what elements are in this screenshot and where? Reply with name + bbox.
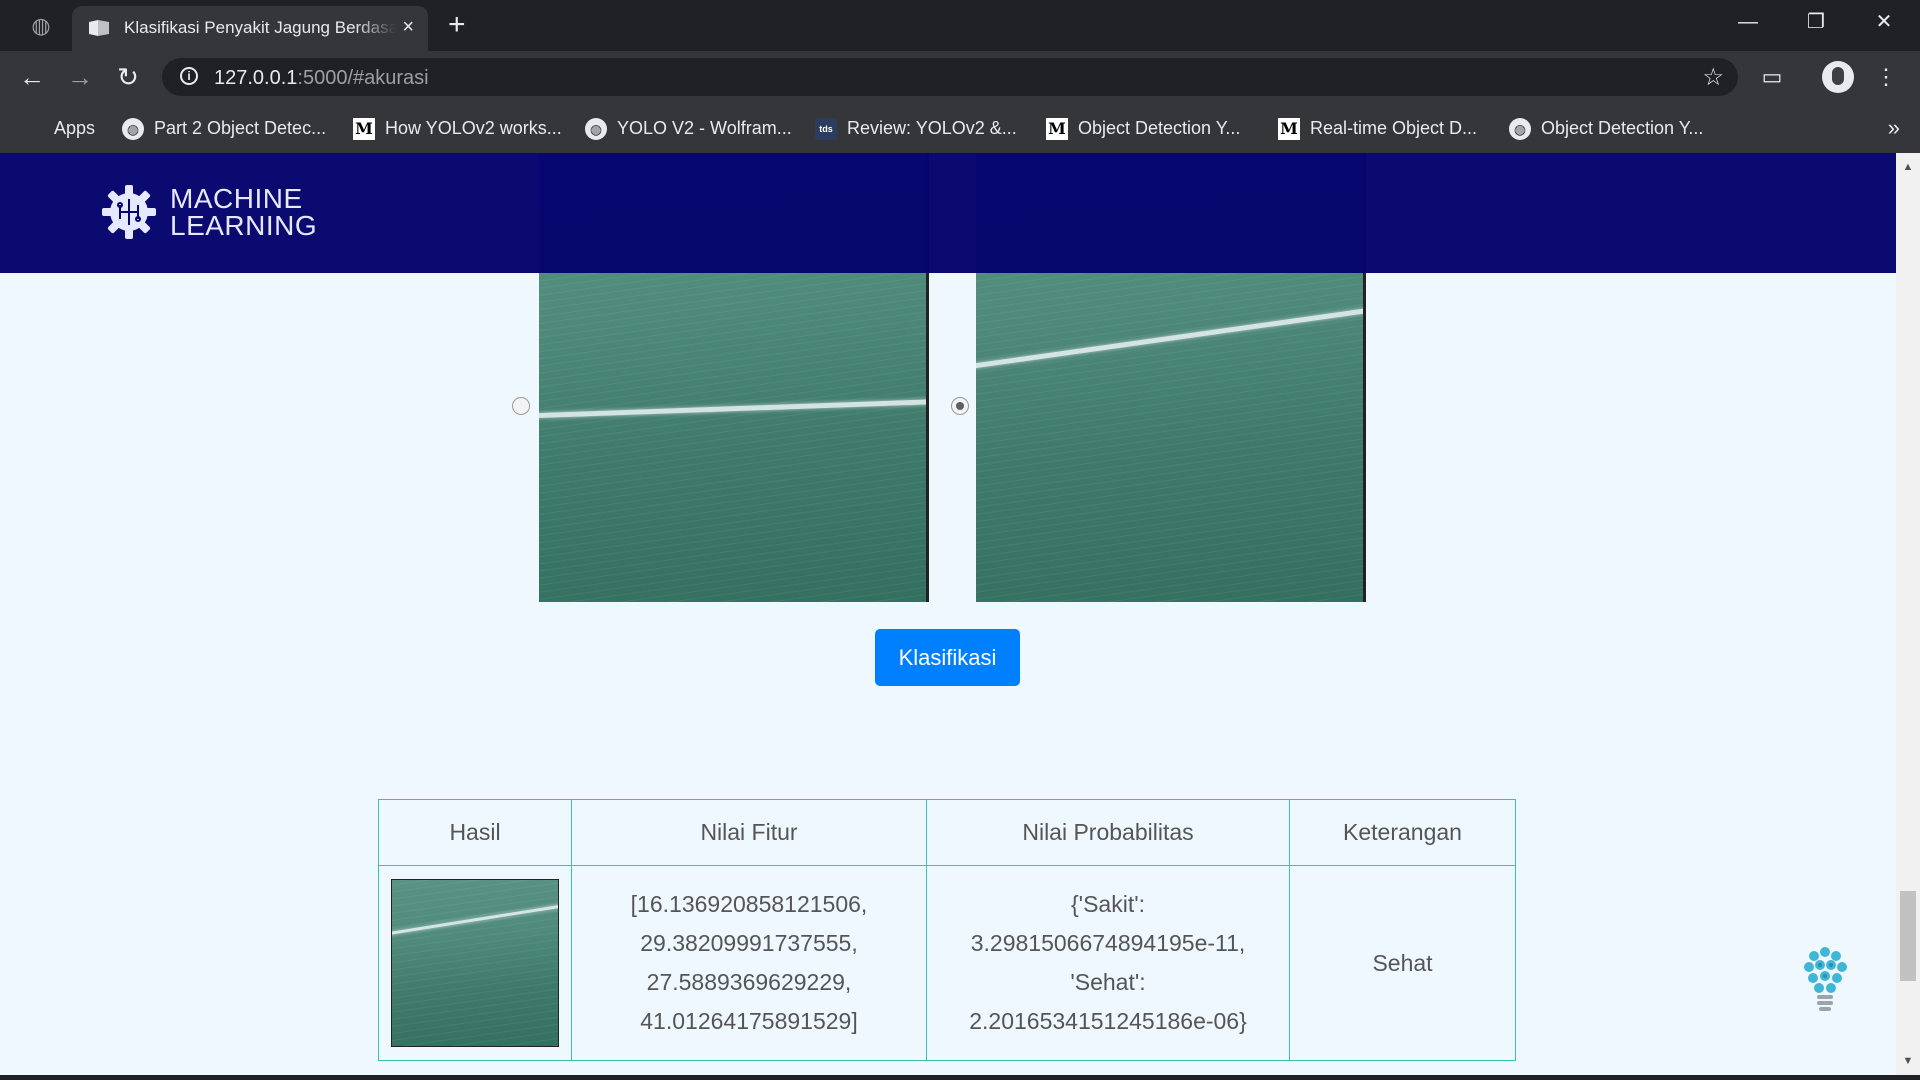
column-header-hasil: Hasil [378,799,572,866]
site-navbar: MACHINE LEARNING [0,153,1896,273]
bookmark-label: Review: YOLOv2 &... [847,118,1017,138]
bookmark-label: Apps [54,118,96,138]
browser-tab[interactable]: Klasifikasi Penyakit Jagung Berdasarkan … [72,6,428,51]
bookmarks-overflow-icon[interactable]: » [1888,115,1900,141]
page-scrollbar[interactable]: ▲ ▼ [1896,153,1920,1075]
globe-icon: ◍ [1509,118,1531,141]
url-host: 127.0.0.1 [214,67,298,89]
probability-line: 3.2981506674894195e-11, [970,930,1246,956]
cast-icon[interactable]: ▭ [1756,61,1788,93]
bookmark-label: Real-time Object D... [1310,118,1478,138]
keterangan-cell: Sehat [1289,865,1516,1061]
result-image-cell [378,865,572,1061]
logo-line-1: MACHINE [170,183,303,214]
window-bottom-edge [0,1075,1920,1080]
image-1-radio[interactable] [512,397,530,415]
site-info-icon[interactable]: i [180,67,198,85]
bookmark-item[interactable]: ◍ Object Detection Y... [1509,116,1704,141]
reload-icon[interactable]: ↻ [112,61,144,93]
table-row: [16.136920858121506, 29.38209991737555, … [378,865,1516,1061]
klasifikasi-button[interactable]: Klasifikasi [875,629,1020,686]
forward-arrow-icon[interactable]: → [64,61,96,93]
bookmark-item[interactable]: M Real-time Object D... [1278,116,1478,141]
globe-icon: ◍ [585,118,607,141]
globe-icon: ◍ [122,118,144,141]
scroll-down-arrow-icon[interactable]: ▼ [1896,1051,1920,1071]
browser-toolbar: ← → ↻ i 127.0.0.1:5000/#akurasi ☆ ▭ ⋮ [0,51,1920,103]
page-favicon-icon [89,20,109,36]
url-path: :5000/#akurasi [297,67,429,89]
probability-line: {'Sakit': [1071,891,1145,917]
column-header-nilai-probabilitas: Nilai Probabilitas [926,799,1290,866]
page-viewport: MACHINE LEARNING Klasifikasi Hasil Nilai… [0,153,1896,1075]
bookmark-star-icon[interactable]: ☆ [1702,63,1724,92]
tab-close-icon[interactable]: × [402,15,414,39]
bookmark-label: YOLO V2 - Wolfram... [617,118,792,138]
back-arrow-icon[interactable]: ← [16,61,48,93]
bookmark-label: How YOLOv2 works... [385,118,562,138]
minimize-button[interactable]: — [1728,8,1768,36]
feature-value: 41.01264175891529] [640,1008,858,1034]
image-2-radio[interactable] [951,397,969,415]
site-logo-text[interactable]: MACHINE LEARNING [170,183,318,241]
bookmark-item[interactable]: M Object Detection Y... [1046,116,1241,141]
bookmark-label: Object Detection Y... [1078,118,1241,138]
bookmark-apps[interactable]: Apps [22,116,95,140]
apps-grid-icon [22,118,44,140]
tab-title: Klasifikasi Penyakit Jagung Berdasarkan [124,18,396,37]
new-tab-button[interactable]: + [448,9,466,41]
feature-value: [16.136920858121506, [630,891,868,917]
probability-line: 'Sehat': [1070,969,1146,995]
probability-line: 2.2016534151245186e-06} [969,1008,1247,1034]
bookmark-item[interactable]: ◍ YOLO V2 - Wolfram... [585,116,792,141]
bookmarks-bar: Apps ◍ Part 2 Object Detec... M How YOLOv2… [0,103,1920,153]
medium-icon: M [353,118,375,141]
bookmark-item[interactable]: tds Review: YOLOv2 &... [815,116,1017,141]
gear-brain-logo-icon[interactable] [100,183,158,241]
lightbulb-icon[interactable] [1800,938,1850,1016]
address-bar[interactable]: i 127.0.0.1:5000/#akurasi ☆ [162,58,1738,96]
probability-values-cell: {'Sakit': 3.2981506674894195e-11, 'Sehat… [926,865,1290,1061]
result-table: Hasil Nilai Fitur Nilai Probabilitas Ket… [378,799,1516,1061]
column-header-keterangan: Keterangan [1289,799,1516,866]
menu-kebab-icon[interactable]: ⋮ [1870,61,1902,93]
result-leaf-image [391,879,559,1047]
bookmark-item[interactable]: M How YOLOv2 works... [353,116,562,141]
column-header-nilai-fitur: Nilai Fitur [571,799,927,866]
table-header-row: Hasil Nilai Fitur Nilai Probabilitas Ket… [378,799,1516,866]
tds-icon: tds [815,118,837,141]
scrollbar-thumb[interactable] [1900,891,1916,981]
tab-strip: ◍ Klasifikasi Penyakit Jagung Berdasarka… [0,0,1920,51]
close-window-button[interactable]: ✕ [1864,8,1904,36]
globe-icon[interactable]: ◍ [28,13,54,39]
feature-value: 27.5889369629229, [646,969,852,995]
medium-icon: M [1278,118,1300,141]
bookmark-item[interactable]: ◍ Part 2 Object Detec... [122,116,327,141]
feature-value: 29.38209991737555, [640,930,858,956]
restore-button[interactable]: ❐ [1796,8,1836,36]
logo-line-2: LEARNING [170,210,318,241]
bookmark-label: Part 2 Object Detec... [154,118,327,138]
url-text[interactable]: 127.0.0.1:5000/#akurasi [214,67,429,90]
scroll-up-arrow-icon[interactable]: ▲ [1896,157,1920,177]
feature-values-cell: [16.136920858121506, 29.38209991737555, … [571,865,927,1061]
medium-icon: M [1046,118,1068,141]
bookmark-label: Object Detection Y... [1541,118,1704,138]
profile-avatar[interactable] [1822,61,1854,93]
